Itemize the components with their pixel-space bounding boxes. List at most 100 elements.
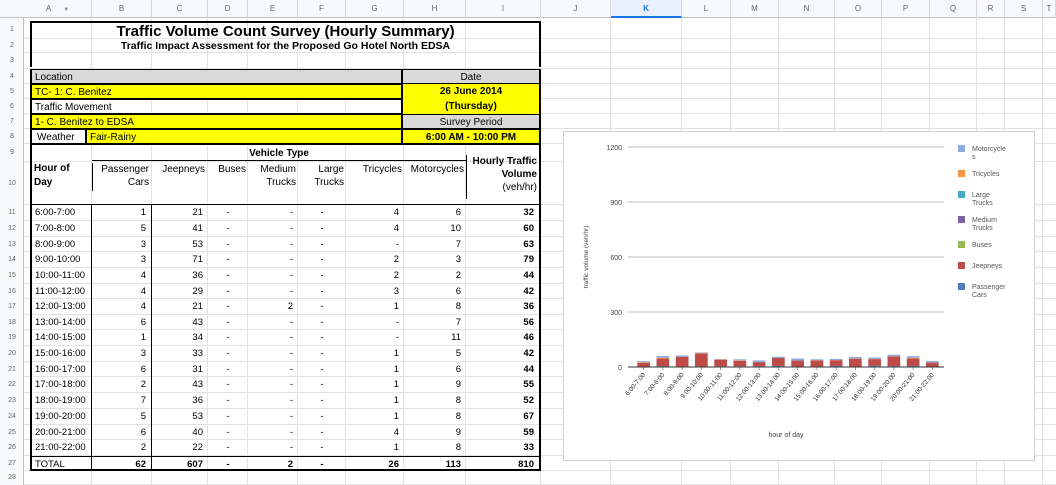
column-header-g[interactable]: G xyxy=(346,0,404,18)
table-cell-jp[interactable]: 22 xyxy=(152,440,208,456)
medium-trucks-header[interactable]: Medium Trucks xyxy=(248,163,298,191)
table-cell-total[interactable]: 32 xyxy=(466,205,541,221)
row-header-21[interactable]: 21 xyxy=(0,362,24,377)
table-cell-jp[interactable]: 29 xyxy=(152,284,208,299)
table-cell-moto[interactable]: 11 xyxy=(404,330,466,346)
table-cell-bus[interactable]: - xyxy=(208,330,248,346)
row-header-26[interactable]: 26 xyxy=(0,440,24,456)
table-cell-lt[interactable]: - xyxy=(298,252,346,268)
column-header-i[interactable]: I xyxy=(466,0,541,18)
column-header-p[interactable]: P xyxy=(882,0,930,18)
table-cell-tri[interactable]: 4 xyxy=(346,425,404,440)
table-cell-moto[interactable]: 9 xyxy=(404,425,466,440)
table-cell-total[interactable]: 56 xyxy=(466,315,541,330)
table-cell-mt[interactable]: - xyxy=(248,315,298,330)
row-header-2[interactable]: 2 xyxy=(0,39,24,53)
row-header-15[interactable]: 15 xyxy=(0,268,24,284)
table-cell-lt[interactable]: - xyxy=(298,315,346,330)
table-cell-lt[interactable]: - xyxy=(298,440,346,456)
table-cell-lt[interactable]: - xyxy=(298,362,346,377)
sheet-title[interactable]: Traffic Volume Count Survey (Hourly Summ… xyxy=(30,21,541,39)
table-cell-tri[interactable]: 1 xyxy=(346,346,404,362)
table-cell-lt[interactable]: - xyxy=(298,377,346,393)
table-cell-lt[interactable]: - xyxy=(298,409,346,425)
total-cell-jp[interactable]: 607 xyxy=(152,456,208,471)
table-cell-pc[interactable]: 6 xyxy=(92,362,152,377)
table-cell-hour[interactable]: 20:00-21:00 xyxy=(30,425,92,440)
row-header-3[interactable]: 3 xyxy=(0,53,24,69)
table-cell-hour[interactable]: 10:00-11:00 xyxy=(30,268,92,284)
table-cell-pc[interactable]: 1 xyxy=(92,205,152,221)
table-cell-jp[interactable]: 21 xyxy=(152,205,208,221)
table-cell-total[interactable]: 55 xyxy=(466,377,541,393)
table-cell-jp[interactable]: 53 xyxy=(152,409,208,425)
table-cell-mt[interactable]: - xyxy=(248,425,298,440)
table-cell-bus[interactable]: - xyxy=(208,377,248,393)
table-cell-pc[interactable]: 3 xyxy=(92,346,152,362)
table-cell-bus[interactable]: - xyxy=(208,205,248,221)
row-header-18[interactable]: 18 xyxy=(0,315,24,330)
table-cell-moto[interactable]: 7 xyxy=(404,315,466,330)
location-value[interactable]: TC- 1: C. Benitez xyxy=(30,84,402,99)
table-cell-hour[interactable]: 15:00-16:00 xyxy=(30,346,92,362)
date-value[interactable]: 26 June 2014 xyxy=(402,84,541,99)
row-header-9[interactable]: 9 xyxy=(0,144,24,162)
column-header-s[interactable]: S xyxy=(1005,0,1043,18)
table-cell-tri[interactable]: 3 xyxy=(346,284,404,299)
table-cell-bus[interactable]: - xyxy=(208,252,248,268)
table-cell-pc[interactable]: 4 xyxy=(92,268,152,284)
table-cell-jp[interactable]: 41 xyxy=(152,221,208,237)
table-cell-tri[interactable]: - xyxy=(346,315,404,330)
location-label[interactable]: Location xyxy=(30,69,402,84)
row-header-28[interactable]: 28 xyxy=(0,471,24,485)
table-cell-mt[interactable]: 2 xyxy=(248,299,298,315)
table-cell-bus[interactable]: - xyxy=(208,284,248,299)
table-cell-hour[interactable]: 9:00-10:00 xyxy=(30,252,92,268)
table-cell-pc[interactable]: 7 xyxy=(92,393,152,409)
table-cell-hour[interactable]: 16:00-17:00 xyxy=(30,362,92,377)
table-cell-mt[interactable]: - xyxy=(248,268,298,284)
row-header-12[interactable]: 12 xyxy=(0,221,24,237)
column-header-f[interactable]: F xyxy=(298,0,346,18)
stacked-bar-chart[interactable]: 0 300 600 900 1200 traffic volume (veh/hr) 6:0… xyxy=(563,131,1035,461)
table-cell-jp[interactable]: 33 xyxy=(152,346,208,362)
table-cell-pc[interactable]: 5 xyxy=(92,221,152,237)
table-cell-hour[interactable]: 14:00-15:00 xyxy=(30,330,92,346)
table-cell-bus[interactable]: - xyxy=(208,425,248,440)
total-cell-pc[interactable]: 62 xyxy=(92,456,152,471)
table-cell-total[interactable]: 44 xyxy=(466,268,541,284)
table-cell-lt[interactable]: - xyxy=(298,299,346,315)
table-cell-tri[interactable]: 1 xyxy=(346,393,404,409)
column-header-o[interactable]: O xyxy=(835,0,882,18)
table-cell-jp[interactable]: 34 xyxy=(152,330,208,346)
table-cell-pc[interactable]: 4 xyxy=(92,284,152,299)
table-cell-lt[interactable]: - xyxy=(298,237,346,252)
total-cell-total[interactable]: 810 xyxy=(466,456,541,471)
table-cell-mt[interactable]: - xyxy=(248,237,298,252)
table-cell-pc[interactable]: 3 xyxy=(92,237,152,252)
table-cell-jp[interactable]: 71 xyxy=(152,252,208,268)
table-cell-pc[interactable]: 6 xyxy=(92,425,152,440)
table-cell-moto[interactable]: 3 xyxy=(404,252,466,268)
table-cell-moto[interactable]: 2 xyxy=(404,268,466,284)
column-header-j[interactable]: J xyxy=(541,0,611,18)
table-cell-jp[interactable]: 43 xyxy=(152,315,208,330)
table-cell-jp[interactable]: 43 xyxy=(152,377,208,393)
column-header-r[interactable]: R xyxy=(977,0,1005,18)
row-header-23[interactable]: 23 xyxy=(0,393,24,409)
table-cell-moto[interactable]: 10 xyxy=(404,221,466,237)
table-cell-bus[interactable]: - xyxy=(208,237,248,252)
table-cell-mt[interactable]: - xyxy=(248,252,298,268)
table-cell-mt[interactable]: - xyxy=(248,284,298,299)
table-cell-lt[interactable]: - xyxy=(298,425,346,440)
table-cell-moto[interactable]: 6 xyxy=(404,205,466,221)
table-cell-lt[interactable]: - xyxy=(298,268,346,284)
table-cell-total[interactable]: 36 xyxy=(466,299,541,315)
row-header-25[interactable]: 25 xyxy=(0,425,24,440)
day-value[interactable]: (Thursday) xyxy=(402,99,541,114)
row-header-20[interactable]: 20 xyxy=(0,346,24,362)
vehicle-type-header[interactable]: Vehicle Type xyxy=(92,146,466,161)
table-cell-pc[interactable]: 4 xyxy=(92,299,152,315)
table-cell-moto[interactable]: 5 xyxy=(404,346,466,362)
table-cell-moto[interactable]: 8 xyxy=(404,299,466,315)
